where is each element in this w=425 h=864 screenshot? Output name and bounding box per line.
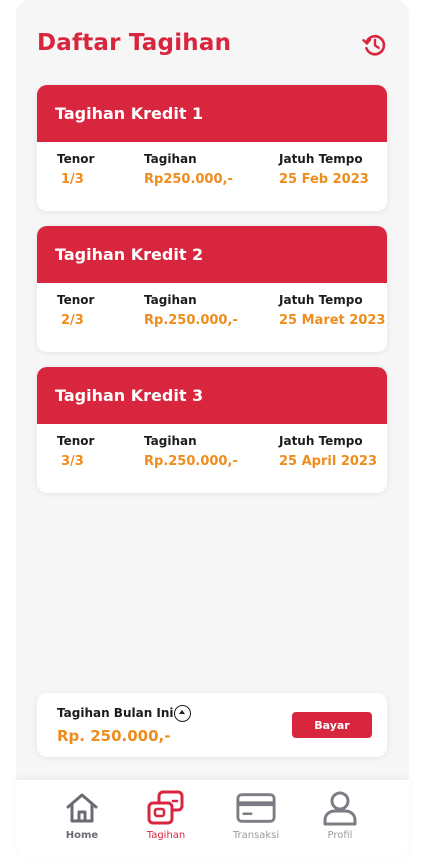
bill-card-2[interactable]: Tagihan Kredit 2 Tenor Tagihan Jatuh Tem…	[37, 226, 387, 352]
due-date-label: Jatuh Tempo	[279, 293, 363, 307]
tenor-label: Tenor	[57, 434, 95, 448]
bill-card-title: Tagihan Kredit 2	[37, 226, 387, 283]
due-date-value: 25 April 2023	[279, 454, 378, 469]
page-title: Daftar Tagihan	[37, 30, 232, 56]
bill-icon	[146, 790, 186, 826]
bill-card-details: Tenor Tagihan Jatuh Tempo 3/3 Rp.250.000…	[37, 424, 387, 493]
tenor-label: Tenor	[57, 293, 95, 307]
card-icon	[236, 790, 276, 826]
bill-card-details: Tenor Tagihan Jatuh Tempo 2/3 Rp.250.000…	[37, 283, 387, 352]
header: Daftar Tagihan	[37, 30, 389, 64]
tenor-label: Tenor	[57, 152, 95, 166]
amount-label: Tagihan	[144, 152, 197, 166]
summary-amount: Rp. 250.000,-	[57, 727, 171, 745]
nav-profil[interactable]: Profil	[304, 790, 376, 852]
bill-card-details: Tenor Tagihan Jatuh Tempo 1/3 Rp250.000,…	[37, 142, 387, 211]
tenor-value: 2/3	[61, 313, 84, 328]
bill-card-title: Tagihan Kredit 3	[37, 367, 387, 424]
due-date-value: 25 Maret 2023	[279, 313, 386, 328]
amount-value: Rp250.000,-	[144, 172, 233, 187]
due-date-value: 25 Feb 2023	[279, 172, 369, 187]
monthly-bill-summary: Tagihan Bulan Ini Rp. 250.000,- Bayar	[37, 693, 387, 757]
nav-label: Tagihan	[146, 830, 186, 841]
home-icon	[62, 790, 102, 826]
amount-label: Tagihan	[144, 434, 197, 448]
tenor-value: 1/3	[61, 172, 84, 187]
bill-card-1[interactable]: Tagihan Kredit 1 Tenor Tagihan Jatuh Tem…	[37, 85, 387, 211]
bill-card-title: Tagihan Kredit 1	[37, 85, 387, 142]
nav-transaksi[interactable]: Transaksi	[220, 790, 292, 852]
nav-home[interactable]: Home	[46, 790, 118, 852]
nav-tagihan[interactable]: Tagihan	[130, 790, 202, 852]
bottom-navigation: Home Tagihan Transaksi Profil	[16, 780, 409, 858]
amount-value: Rp.250.000,-	[144, 454, 238, 469]
due-date-label: Jatuh Tempo	[279, 152, 363, 166]
nav-label: Profil	[327, 830, 353, 841]
user-icon	[320, 790, 360, 826]
tenor-value: 3/3	[61, 454, 84, 469]
history-icon	[362, 35, 386, 56]
bill-card-3[interactable]: Tagihan Kredit 3 Tenor Tagihan Jatuh Tem…	[37, 367, 387, 493]
nav-label: Home	[65, 830, 99, 841]
expand-up-icon[interactable]	[174, 705, 191, 722]
amount-label: Tagihan	[144, 293, 197, 307]
due-date-label: Jatuh Tempo	[279, 434, 363, 448]
history-button[interactable]	[361, 31, 389, 59]
app-screen: Daftar Tagihan Tagihan Kredit 1 Tenor Ta…	[16, 0, 409, 858]
nav-label: Transaksi	[232, 830, 280, 841]
pay-button[interactable]: Bayar	[292, 712, 372, 738]
summary-label: Tagihan Bulan Ini	[57, 706, 174, 720]
amount-value: Rp.250.000,-	[144, 313, 238, 328]
